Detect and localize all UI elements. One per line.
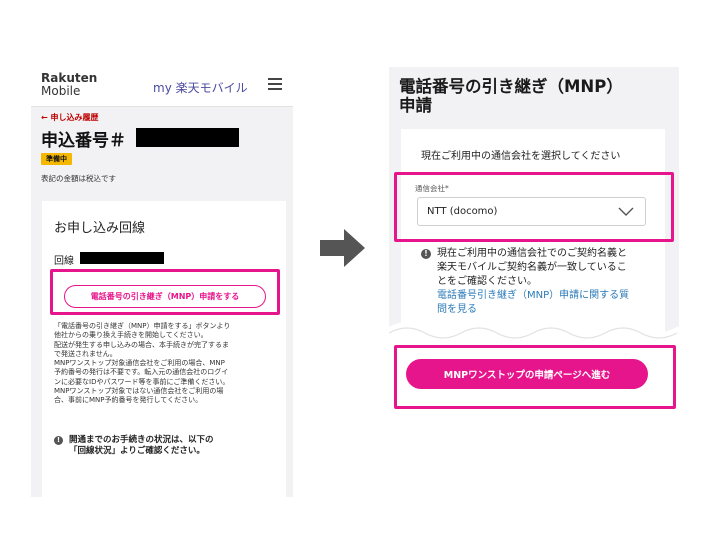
card-title: お申し込み回線 <box>54 221 146 236</box>
redacted-order-number <box>136 128 239 147</box>
line-status-info: ! 開通までのお手続きの状況は、以下の 「回線状況」よりご確認ください。 <box>54 435 279 457</box>
contract-name-info: ! 現在ご利用中の通信会社でのご契約名義と 楽天モバイルご契約名義が一致している… <box>421 247 661 317</box>
carrier-prompt: 現在ご利用中の通信会社を選択してください <box>421 151 621 162</box>
mnp-request-button[interactable]: 電話番号の引き継ぎ（MNP）申請をする <box>64 285 266 308</box>
info-icon: ! <box>54 436 63 445</box>
redacted-line-number <box>80 252 164 264</box>
application-line-card: お申し込み回線 回線 電話番号の引き継ぎ（MNP）申請をする 「電話番号の引き継… <box>42 201 286 497</box>
tax-note: 表記の金額は税込です <box>41 174 116 183</box>
rakuten-mobile-logo[interactable]: Rakuten Mobile <box>41 72 97 98</box>
carrier-select[interactable]: NTT (docomo) <box>417 197 646 226</box>
mnp-faq-link[interactable]: 電話番号引き継ぎ（MNP）申請に関する質 <box>437 289 661 303</box>
highlight-box-carrier-select: 通信会社* NTT (docomo) <box>394 172 674 242</box>
right-arrow-icon <box>320 229 365 267</box>
proceed-to-mnp-onestop-button[interactable]: MNPワンストップの申請ページへ進む <box>406 359 648 389</box>
app-header: Rakuten Mobile my 楽天モバイル <box>31 67 293 107</box>
right-phone-screen: 電話番号の引き継ぎ（MNP） 申請 現在ご利用中の通信会社を選択してください 通… <box>389 67 679 433</box>
status-badge: 準備中 <box>41 153 72 165</box>
page-title: 電話番号の引き継ぎ（MNP） 申請 <box>399 77 623 115</box>
proceed-button-area: MNPワンストップの申請ページへ進む <box>389 339 679 433</box>
carrier-field-label: 通信会社* <box>415 184 449 193</box>
line-label: 回線 <box>54 256 74 267</box>
back-link-application-history[interactable]: ← 申し込み履歴 <box>41 112 99 123</box>
order-number-heading: 申込番号＃ <box>41 131 126 151</box>
info-icon: ! <box>421 249 431 259</box>
app-brand-title: my 楽天モバイル <box>153 81 248 95</box>
carrier-select-value: NTT (docomo) <box>427 206 498 217</box>
mnp-instructions: 「電話番号の引き継ぎ（MNP）申請をする」ボタンより 他社からの乗り換え手続きを… <box>54 322 231 405</box>
hamburger-menu-icon[interactable] <box>268 78 282 90</box>
highlight-box-mnp-button: 電話番号の引き継ぎ（MNP）申請をする <box>50 269 280 315</box>
left-phone-screen: Rakuten Mobile my 楽天モバイル ← 申し込み履歴 申込番号＃ … <box>31 67 293 497</box>
chevron-down-icon <box>618 207 634 216</box>
